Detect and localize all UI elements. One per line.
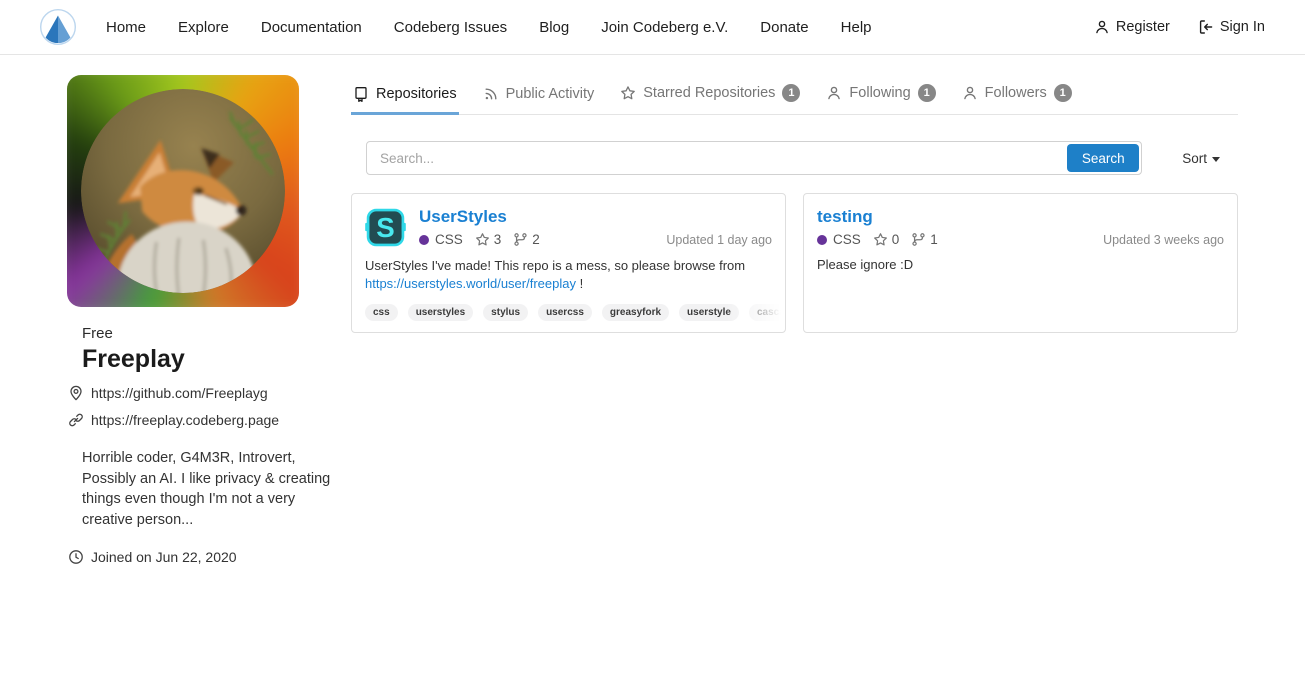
link-icon (68, 412, 84, 428)
profile-bio: Horrible coder, G4M3R, Introvert, Possib… (82, 448, 340, 530)
repo-description: UserStyles I've made! This repo is a mes… (365, 257, 772, 293)
sort-dropdown[interactable]: Sort (1182, 151, 1220, 166)
star-icon (475, 232, 490, 247)
profile-main: Repositories Public Activity Starred Rep… (351, 75, 1238, 565)
rss-icon (483, 86, 499, 102)
main-nav: Home Explore Documentation Codeberg Issu… (106, 19, 872, 36)
nav-codeberg-issues[interactable]: Codeberg Issues (394, 19, 507, 36)
repo-meta: CSS 3 2 Updated 1 day ago (419, 232, 772, 247)
nav-explore[interactable]: Explore (178, 19, 229, 36)
site-header: Home Explore Documentation Codeberg Issu… (0, 0, 1305, 55)
repo-list: S UserStyles CSS 3 (351, 193, 1238, 333)
person-icon (962, 85, 978, 101)
topic-tag[interactable]: userstyles (408, 304, 473, 321)
topic-tag[interactable]: cascading-style-she (749, 304, 785, 321)
profile-location-row: https://github.com/Freeplayg (68, 385, 351, 401)
sign-in-button[interactable]: Sign In (1198, 19, 1265, 35)
sort-label: Sort (1182, 151, 1207, 166)
nav-blog[interactable]: Blog (539, 19, 569, 36)
repo-fork-count: 1 (930, 232, 938, 247)
repo-star-count: 3 (494, 232, 502, 247)
person-icon (826, 85, 842, 101)
profile-website-row: https://freeplay.codeberg.page (68, 412, 351, 428)
repo-search-input[interactable] (367, 142, 1141, 174)
repo-title-link[interactable]: testing (817, 207, 873, 227)
tab-followers-label: Followers (985, 85, 1047, 101)
nav-home[interactable]: Home (106, 19, 146, 36)
fork-icon (911, 232, 926, 247)
repo-search-box: Search (366, 141, 1142, 175)
tab-following-label: Following (849, 85, 910, 101)
profile-joined-date: Joined on Jun 22, 2020 (91, 549, 237, 565)
star-icon (620, 85, 636, 101)
codeberg-logo-icon[interactable] (40, 9, 76, 45)
tab-repositories[interactable]: Repositories (351, 77, 459, 115)
profile-joined-row: Joined on Jun 22, 2020 (68, 549, 351, 565)
repo-language: CSS (833, 232, 861, 247)
svg-text:S: S (376, 212, 394, 243)
sign-in-label: Sign In (1220, 19, 1265, 35)
following-count-badge: 1 (918, 84, 936, 102)
location-icon (68, 385, 84, 401)
tab-starred-label: Starred Repositories (643, 85, 775, 101)
repo-title-link[interactable]: UserStyles (419, 207, 507, 227)
tab-public-activity-label: Public Activity (506, 86, 595, 102)
fork-icon (513, 232, 528, 247)
page-content: Free Freeplay https://github.com/Freepla… (67, 55, 1238, 565)
repo-meta: CSS 0 1 Updated 3 weeks ago (817, 232, 1224, 247)
profile-username: Free (82, 325, 351, 342)
language-dot (419, 235, 429, 245)
topic-tag[interactable]: userstyle (679, 304, 739, 321)
auth-links: Register Sign In (1094, 19, 1265, 35)
language-dot (817, 235, 827, 245)
topic-tag[interactable]: css (365, 304, 398, 321)
repo-star-count: 0 (892, 232, 900, 247)
repo-language: CSS (435, 232, 463, 247)
profile-location: https://github.com/Freeplayg (91, 385, 268, 401)
profile-website-link[interactable]: https://freeplay.codeberg.page (91, 412, 279, 428)
repo-avatar: S (365, 207, 406, 248)
nav-documentation[interactable]: Documentation (261, 19, 362, 36)
register-label: Register (1116, 19, 1170, 35)
chevron-down-icon (1212, 157, 1220, 162)
tab-starred-repositories[interactable]: Starred Repositories 1 (618, 75, 802, 115)
topic-tag[interactable]: usercss (538, 304, 592, 321)
repo-description-link[interactable]: https://userstyles.world/user/freeplay (365, 276, 576, 291)
tab-followers[interactable]: Followers 1 (960, 75, 1074, 115)
profile-tabs: Repositories Public Activity Starred Rep… (351, 75, 1238, 115)
tab-repositories-label: Repositories (376, 86, 457, 102)
profile-avatar (67, 75, 299, 307)
followers-count-badge: 1 (1054, 84, 1072, 102)
repo-updated: Updated 1 day ago (666, 233, 772, 247)
nav-join-codeberg[interactable]: Join Codeberg e.V. (601, 19, 728, 36)
nav-donate[interactable]: Donate (760, 19, 808, 36)
star-icon (873, 232, 888, 247)
repo-card-userstyles: S UserStyles CSS 3 (351, 193, 786, 333)
tab-public-activity[interactable]: Public Activity (481, 77, 597, 115)
starred-count-badge: 1 (782, 84, 800, 102)
topic-tag[interactable]: greasyfork (602, 304, 669, 321)
person-icon (1094, 19, 1110, 35)
repo-search-row: Search Sort (351, 141, 1238, 175)
search-button[interactable]: Search (1067, 144, 1139, 172)
repo-card-testing: testing CSS 0 1 (803, 193, 1238, 333)
sign-in-icon (1198, 19, 1214, 35)
nav-help[interactable]: Help (841, 19, 872, 36)
profile-display-name: Freeplay (82, 345, 351, 374)
repo-updated: Updated 3 weeks ago (1103, 233, 1224, 247)
repo-description: Please ignore :D (817, 256, 1224, 274)
fox-avatar-image (81, 89, 285, 293)
repo-icon (353, 86, 369, 102)
tab-following[interactable]: Following 1 (824, 75, 937, 115)
repo-topics: css userstyles stylus usercss greasyfork… (365, 304, 785, 321)
repo-fork-count: 2 (532, 232, 540, 247)
register-button[interactable]: Register (1094, 19, 1170, 35)
clock-icon (68, 549, 84, 565)
profile-sidebar: Free Freeplay https://github.com/Freepla… (67, 75, 351, 565)
topic-tag[interactable]: stylus (483, 304, 528, 321)
